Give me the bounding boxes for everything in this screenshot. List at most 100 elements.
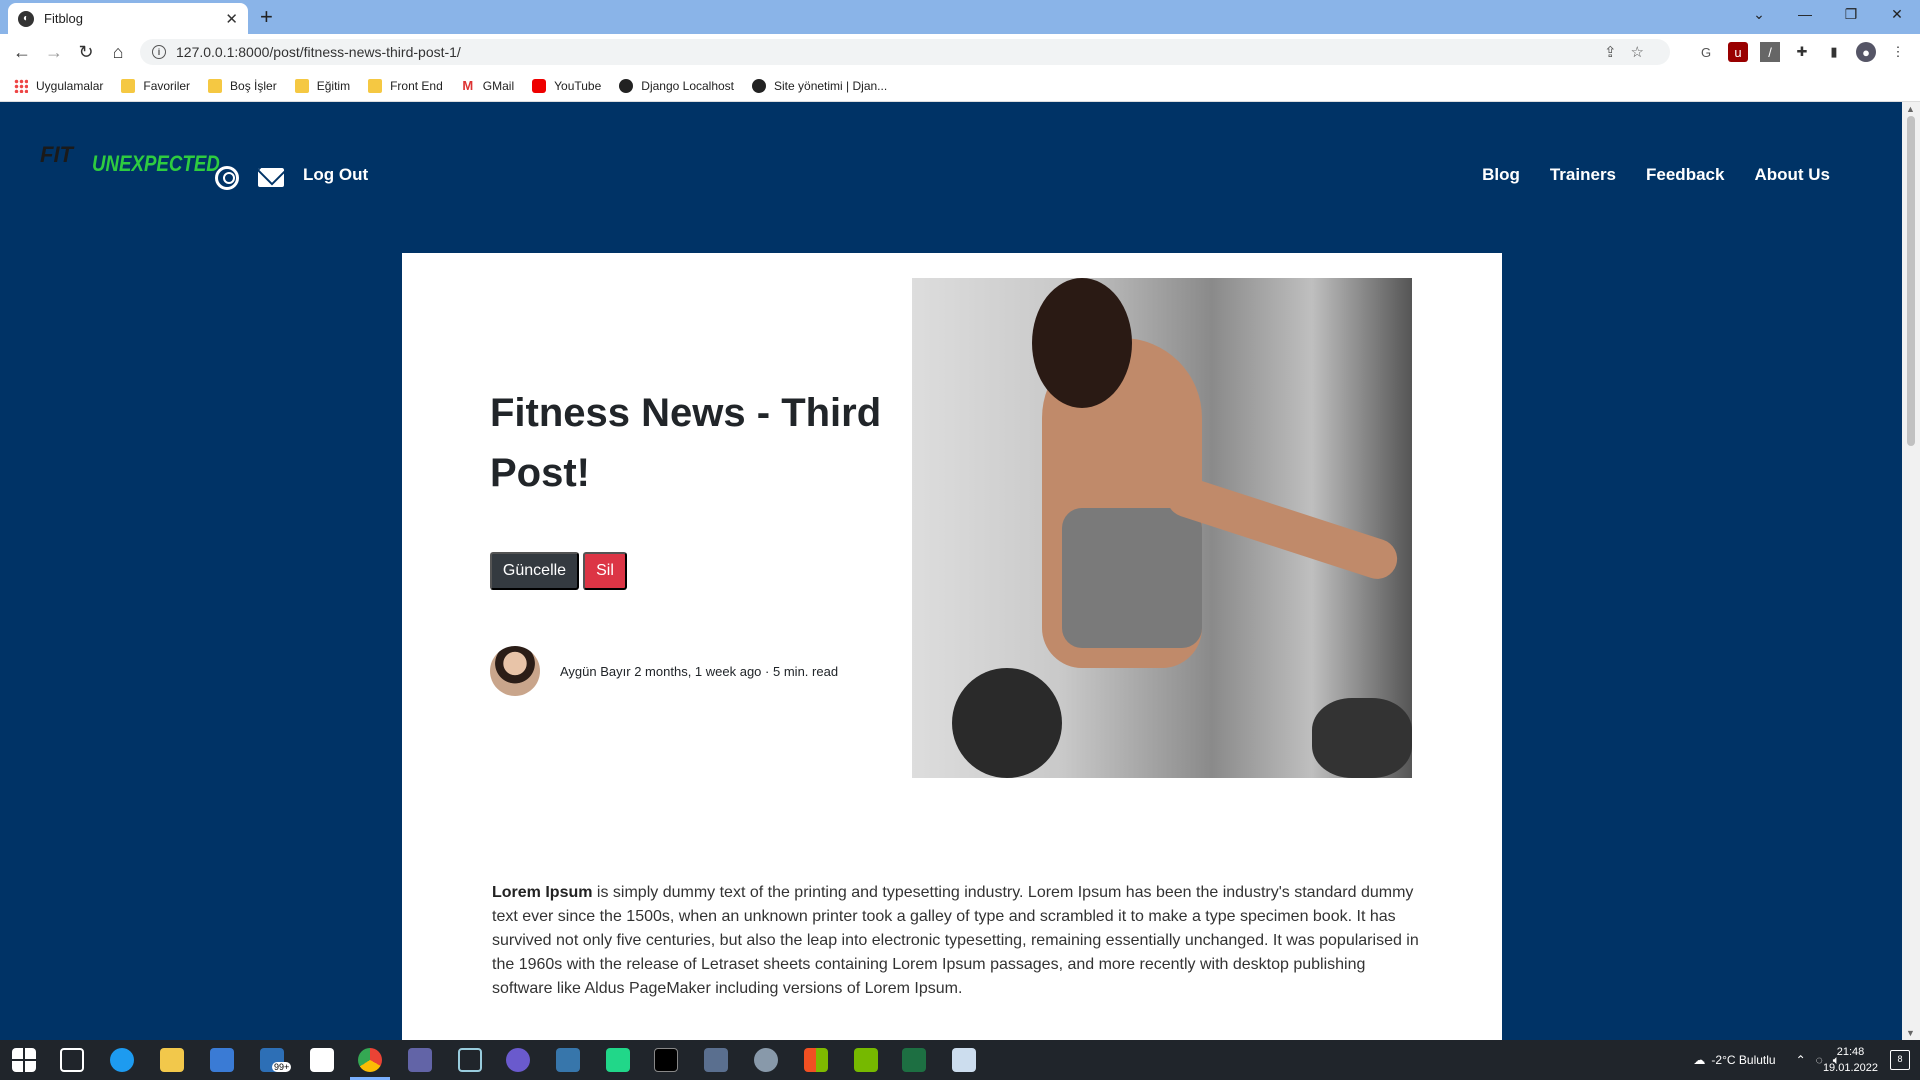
back-icon[interactable]: ← (10, 40, 34, 64)
scroll-up-icon[interactable]: ▲ (1906, 104, 1915, 114)
apps-grid-icon (14, 78, 28, 93)
bookmark-label: Front End (390, 78, 443, 93)
browser-menu-icon[interactable]: ⋮ (1888, 42, 1908, 62)
ublock-icon[interactable]: u (1728, 42, 1748, 62)
excel-icon[interactable] (902, 1048, 926, 1072)
globe-icon (752, 78, 767, 93)
nav-about-us[interactable]: About Us (1754, 165, 1830, 185)
bookmark-site-admin[interactable]: Site yönetimi | Djan... (752, 78, 888, 93)
omnibox-actions[interactable]: ⇪☆ (1604, 43, 1658, 61)
terminal-app-icon[interactable] (310, 1048, 334, 1072)
home-icon[interactable]: ⌂ (106, 40, 130, 64)
nav-feedback[interactable]: Feedback (1646, 165, 1724, 185)
tray-arrow-icon[interactable]: ⌃ (1796, 1053, 1806, 1067)
extension-g-icon[interactable]: G (1696, 42, 1716, 62)
globe-icon (619, 78, 634, 93)
office-icon[interactable] (804, 1048, 828, 1072)
edge-icon[interactable] (110, 1048, 134, 1072)
scroll-thumb[interactable] (1907, 116, 1915, 446)
tab-title: Fitblog (44, 11, 84, 26)
browser-tab[interactable]: ◐ Fitblog ✕ (8, 3, 248, 34)
youtube-icon (532, 78, 547, 93)
weather-icon[interactable]: ☁ (1693, 1053, 1705, 1067)
bookmark-youtube[interactable]: YouTube (532, 78, 602, 93)
url-text: 127.0.0.1:8000/post/fitness-news-third-p… (176, 44, 461, 60)
system-clock[interactable]: 21:48 19.01.2022 (1823, 1044, 1878, 1076)
meta-separator: · (765, 663, 770, 679)
author-avatar (490, 646, 540, 696)
bookmark-label: GMail (482, 78, 515, 93)
gmail-icon: M (462, 77, 474, 93)
bookmark-label: Boş İşler (230, 78, 277, 93)
notification-center-icon[interactable]: 8 (1890, 1050, 1910, 1070)
network-icon[interactable]: ◌ (1816, 1053, 1823, 1067)
update-post-button[interactable]: Güncelle (490, 552, 579, 590)
calculator-icon[interactable] (704, 1048, 728, 1072)
nvidia-icon[interactable] (854, 1048, 878, 1072)
close-tab-icon[interactable]: ✕ (225, 10, 238, 28)
read-time: 5 min. read (773, 663, 839, 679)
logo-text-top: FIT (40, 142, 73, 167)
windows-start-icon[interactable] (12, 1048, 36, 1072)
task-view-icon[interactable] (60, 1048, 84, 1072)
sidepanel-icon[interactable]: ▮ (1824, 42, 1844, 62)
python-icon[interactable] (556, 1048, 580, 1072)
bookmark-apps[interactable]: Uygulamalar (14, 78, 103, 93)
profile-avatar[interactable]: ● (1856, 42, 1876, 62)
bookmark-label: Site yönetimi | Djan... (774, 78, 888, 93)
post-body-text: is simply dummy text of the printing and… (492, 884, 1419, 997)
envelope-icon[interactable] (258, 168, 284, 187)
teams-icon[interactable] (408, 1048, 432, 1072)
extension-slash-icon[interactable]: / (1760, 42, 1780, 62)
browser-toolbar: ← → ↻ ⌂ i 127.0.0.1:8000/post/fitness-ne… (0, 34, 1920, 70)
address-bar[interactable]: i 127.0.0.1:8000/post/fitness-news-third… (140, 39, 1670, 65)
bookmark-label: Django Localhost (641, 78, 735, 93)
bookmark-bos-isler[interactable]: Boş İşler (208, 78, 277, 93)
bookmark-django-localhost[interactable]: Django Localhost (619, 78, 735, 93)
folder-icon (121, 78, 136, 93)
post-meta-text: Aygün Bayır 2 months, 1 week ago · 5 min… (560, 664, 838, 679)
extensions-puzzle-icon[interactable]: ✚ (1792, 42, 1812, 62)
page-scrollbar[interactable]: ▲ ▼ (1902, 102, 1920, 1040)
user-profile-icon[interactable] (215, 166, 239, 190)
folder-icon (294, 78, 309, 93)
bookmark-front-end[interactable]: Front End (368, 78, 443, 93)
forward-icon[interactable]: → (42, 40, 66, 64)
pycharm-icon[interactable] (606, 1048, 630, 1072)
minimize-button[interactable]: — (1782, 0, 1828, 28)
new-tab-button[interactable]: + (260, 4, 273, 30)
nav-blog[interactable]: Blog (1482, 165, 1520, 185)
store-icon[interactable] (210, 1048, 234, 1072)
file-explorer-icon[interactable] (160, 1048, 184, 1072)
close-window-button[interactable]: ✕ (1874, 0, 1920, 28)
camera-icon[interactable] (754, 1048, 778, 1072)
reload-icon[interactable]: ↻ (74, 40, 98, 64)
mail-icon[interactable]: 99+ (260, 1048, 292, 1072)
bookmark-label: YouTube (554, 78, 602, 93)
chrome-icon[interactable] (350, 1048, 390, 1080)
bookmark-egitim[interactable]: Eğitim (294, 78, 350, 93)
weather-text[interactable]: -2°C Bulutlu (1711, 1053, 1775, 1067)
web-page: FIT UNEXPECTED Log Out Blog Trainers Fee… (0, 102, 1902, 1040)
site-logo[interactable]: FIT UNEXPECTED (40, 140, 220, 180)
paint-icon[interactable] (952, 1048, 976, 1072)
clock-date: 19.01.2022 (1822, 1062, 1878, 1074)
logout-link[interactable]: Log Out (303, 165, 368, 185)
app-icon[interactable] (506, 1048, 530, 1072)
bookmarks-bar: Uygulamalar Favoriler Boş İşler Eğitim F… (0, 70, 1920, 102)
post-title: Fitness News - Third Post! (490, 391, 882, 495)
nav-trainers[interactable]: Trainers (1550, 165, 1616, 185)
restore-button[interactable]: ❐ (1828, 0, 1874, 28)
windows-taskbar: 99+ ☁ -2°C Bulutlu ⌃ ◌ 🔈︎ 21:48 19.01.20… (0, 1040, 1920, 1080)
bookmark-gmail[interactable]: M GMail (461, 77, 515, 93)
post-time-ago: 2 months, 1 week ago (634, 663, 762, 679)
site-info-icon[interactable]: i (152, 45, 166, 59)
bookmark-label: Favoriler (143, 78, 191, 93)
cmd-icon[interactable] (654, 1048, 678, 1072)
scroll-down-icon[interactable]: ▼ (1906, 1028, 1915, 1038)
tab-search-icon[interactable]: ⌄ (1736, 0, 1782, 28)
post-card: Fitness News - Third Post! Güncelle Sil … (402, 253, 1502, 1040)
3d-viewer-icon[interactable] (458, 1048, 482, 1072)
bookmark-favorites[interactable]: Favoriler (121, 78, 191, 93)
delete-post-button[interactable]: Sil (583, 552, 627, 590)
